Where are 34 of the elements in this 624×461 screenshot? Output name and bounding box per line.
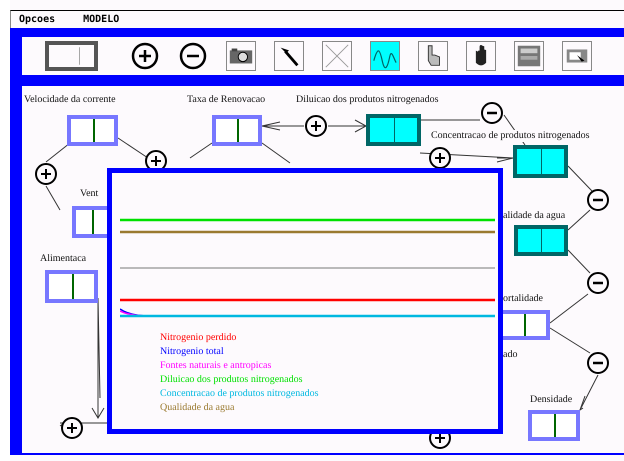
legend-label: Fontes naturais e antropicas — [160, 359, 272, 373]
stock-node[interactable] — [45, 270, 98, 303]
plus-sign-icon[interactable] — [60, 416, 84, 440]
cross-tool-icon[interactable] — [322, 41, 352, 71]
menu-item[interactable]: MODELO — [83, 14, 120, 25]
legend-label: Qualidade da agua — [160, 401, 234, 415]
menu-item[interactable]: Opcoes — [19, 14, 56, 25]
legend-label: Diluicao dos produtos nitrogenados — [160, 373, 302, 387]
plus-sign-icon[interactable] — [34, 162, 58, 186]
minus-sign-icon[interactable] — [586, 351, 610, 375]
window-tool-icon[interactable] — [562, 41, 592, 71]
camera-tool-icon[interactable] — [226, 41, 256, 71]
plus-sign-icon[interactable] — [304, 114, 328, 138]
minus-sign-icon[interactable] — [586, 271, 610, 295]
hand-tool-icon[interactable] — [466, 41, 496, 71]
stock-node[interactable] — [67, 115, 118, 146]
stock-node[interactable] — [513, 145, 568, 178]
stock-node[interactable] — [514, 225, 568, 256]
pointer-tool-icon[interactable] — [418, 41, 448, 71]
stock-node[interactable] — [212, 115, 262, 146]
legend-label: Nitrogenio total — [160, 345, 224, 359]
panel-tool-icon[interactable] — [514, 41, 544, 71]
node-label: alidade da agua — [503, 210, 566, 222]
stock-node[interactable] — [528, 410, 580, 441]
minus-sign-icon[interactable] — [480, 101, 504, 125]
node-label: Diluicao dos produtos nitrogenados — [296, 94, 438, 106]
legend-label: Nitrogenio perdido — [160, 331, 236, 345]
legend-label: Concentracao de produtos nitrogenados — [160, 387, 319, 401]
node-label: Concentracao de produtos nitrogenados — [431, 130, 590, 142]
wave-tool-icon[interactable] — [370, 41, 400, 71]
minus-sign-icon[interactable] — [586, 188, 610, 212]
stock-tool-icon[interactable] — [45, 41, 98, 71]
plus-sign-icon[interactable] — [428, 146, 452, 170]
stock-node[interactable] — [366, 114, 421, 146]
